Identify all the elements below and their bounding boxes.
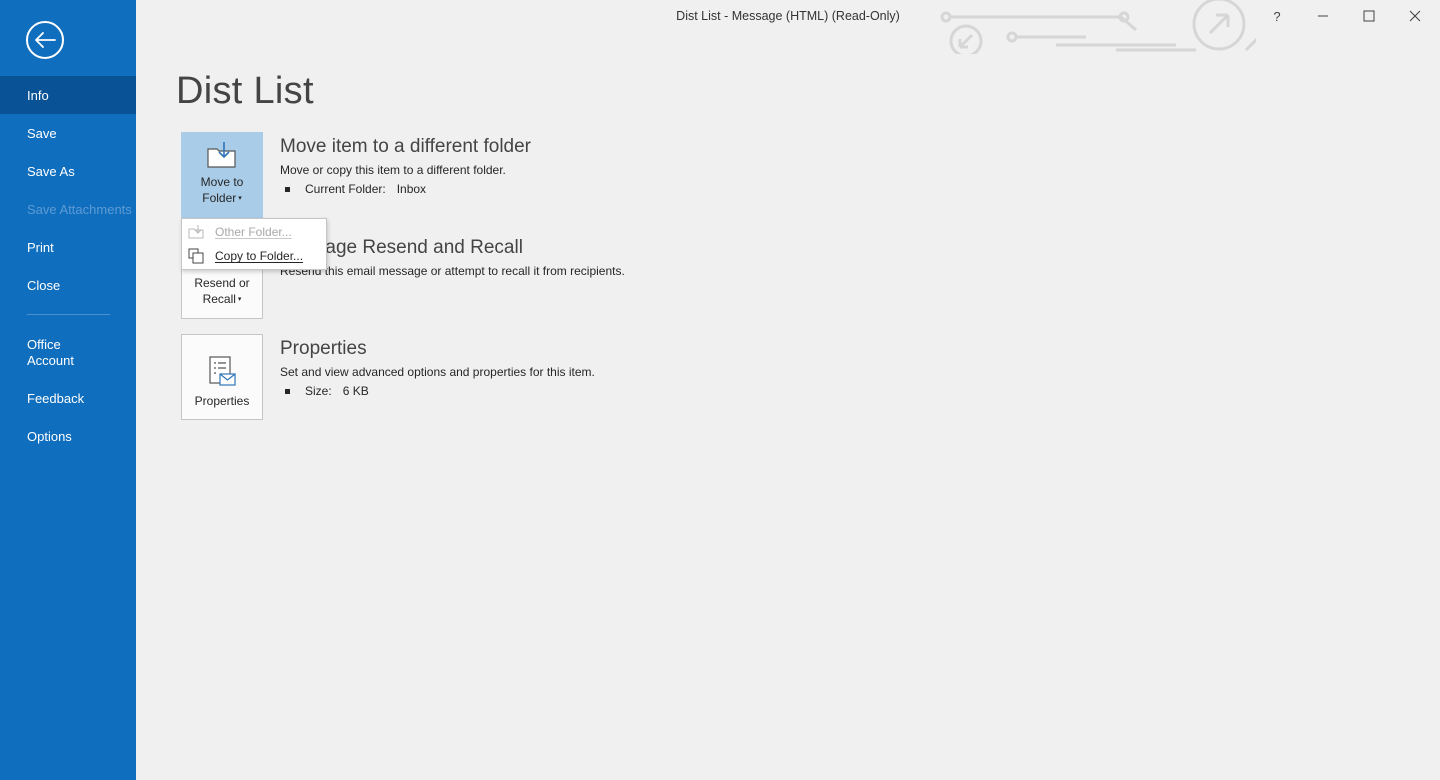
bullet-icon: [285, 388, 290, 394]
page-title: Dist List: [176, 70, 314, 112]
back-arrow-icon: [35, 32, 56, 48]
current-folder-key: Current Folder:: [305, 182, 386, 196]
move-to-folder-label-line1: Move to: [200, 175, 244, 190]
size-info: Size: 6 KB: [285, 384, 369, 398]
nav-print[interactable]: Print: [0, 228, 136, 266]
menu-item-other-folder-label: Other Folder...: [215, 225, 292, 239]
nav-divider: [27, 314, 110, 315]
properties-icon: [209, 356, 236, 386]
size-value: 6 KB: [342, 384, 369, 398]
size-key: Size:: [305, 384, 332, 398]
move-to-folder-menu: Other Folder... Copy to Folder...: [181, 218, 327, 270]
move-to-folder-label-line2: Folder ▾: [202, 191, 242, 206]
nav-print-label: Print: [27, 239, 54, 255]
help-button[interactable]: ?: [1254, 0, 1300, 32]
move-section-description: Move or copy this item to a different fo…: [280, 163, 506, 177]
current-folder-info: Current Folder: Inbox: [285, 182, 426, 196]
move-folder-icon: [207, 142, 236, 168]
nav-options-label: Options: [27, 428, 72, 444]
nav-info[interactable]: Info: [0, 76, 136, 114]
properties-label: Properties: [194, 394, 250, 408]
minimize-button[interactable]: [1300, 0, 1346, 32]
resend-section-description: Resend this email message or attempt to …: [280, 264, 625, 278]
minimize-icon: [1318, 15, 1328, 17]
close-icon: [1409, 10, 1421, 22]
nav-save-as[interactable]: Save As: [0, 152, 136, 190]
nav-office-account[interactable]: Office Account: [0, 327, 136, 379]
title-bar: Dist List - Message (HTML) (Read-Only) ?: [136, 0, 1440, 54]
nav-save-attachments-label: Save Attachments: [27, 201, 132, 217]
maximize-icon: [1363, 10, 1375, 22]
nav-save-label: Save: [27, 125, 57, 141]
nav-save[interactable]: Save: [0, 114, 136, 152]
properties-section-title: Properties: [280, 338, 367, 359]
nav-close[interactable]: Close: [0, 266, 136, 304]
move-to-folder-button[interactable]: Move to Folder ▾: [181, 132, 263, 218]
move-folder-icon: [182, 225, 210, 239]
help-icon: ?: [1273, 8, 1281, 24]
menu-item-copy-to-folder[interactable]: Copy to Folder...: [182, 244, 326, 268]
nav-feedback-label: Feedback: [27, 390, 85, 406]
nav-office-account-label: Office Account: [27, 337, 74, 368]
backstage-nav: Info Save Save As Save Attachments Print…: [0, 76, 136, 455]
bullet-icon: [285, 186, 290, 192]
properties-section-description: Set and view advanced options and proper…: [280, 365, 595, 379]
nav-options[interactable]: Options: [0, 417, 136, 455]
resend-recall-label-line2: Recall ▾: [202, 292, 242, 307]
current-folder-value: Inbox: [396, 182, 427, 196]
chevron-down-icon: ▾: [237, 296, 242, 303]
close-window-button[interactable]: [1392, 0, 1438, 32]
nav-save-attachments: Save Attachments: [0, 190, 136, 228]
chevron-down-icon: ▾: [238, 195, 242, 202]
copy-icon: [182, 248, 210, 264]
menu-item-copy-to-folder-label: Copy to Folder...: [215, 249, 304, 263]
nav-close-label: Close: [27, 277, 61, 293]
nav-save-as-label: Save As: [27, 163, 75, 179]
nav-info-label: Info: [27, 87, 49, 103]
circuit-decoration-icon: [940, 0, 1256, 54]
nav-feedback[interactable]: Feedback: [0, 379, 136, 417]
menu-item-other-folder: Other Folder...: [182, 220, 326, 244]
properties-button[interactable]: Properties: [181, 334, 263, 420]
move-section-title: Move item to a different folder: [280, 136, 531, 157]
back-button[interactable]: [26, 21, 64, 59]
maximize-button[interactable]: [1346, 0, 1392, 32]
backstage-sidebar: Info Save Save As Save Attachments Print…: [0, 0, 136, 780]
resend-recall-label-line1: Resend or: [194, 276, 250, 291]
